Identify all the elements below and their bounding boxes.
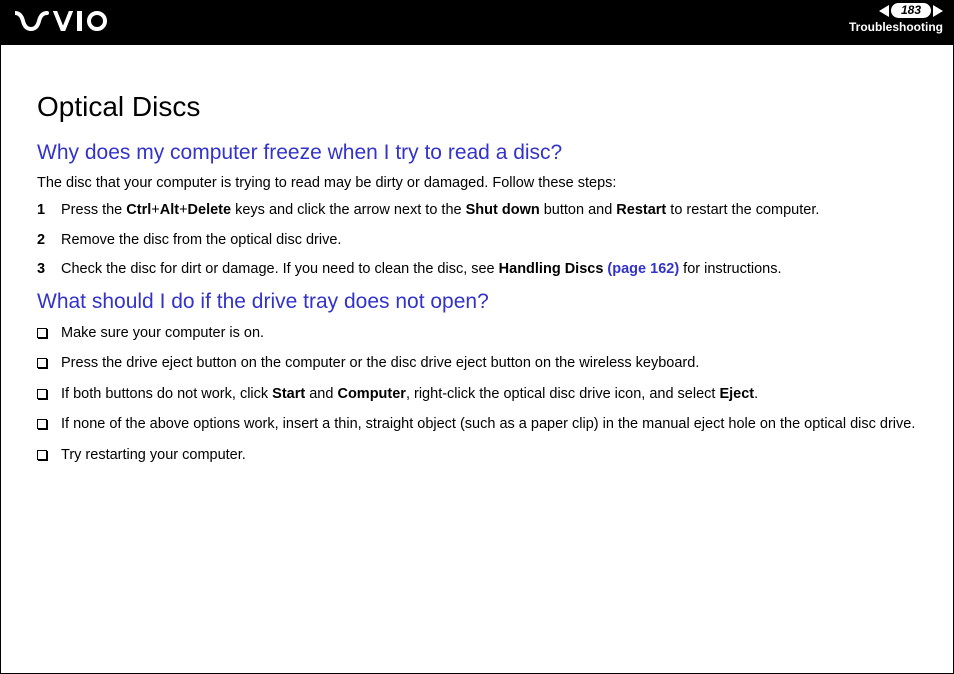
list-item: Try restarting your computer. <box>37 446 917 467</box>
header-right: 183 Troubleshooting <box>849 1 943 34</box>
item-text: If none of the above options work, inser… <box>61 415 917 435</box>
section-label: Troubleshooting <box>849 20 943 34</box>
step-text: Press the Ctrl+Alt+Delete keys and click… <box>61 201 917 221</box>
item-text: Try restarting your computer. <box>61 446 917 466</box>
bullet-list: Make sure your computer is on. Press the… <box>37 324 917 467</box>
step-number: 1 <box>37 201 61 221</box>
list-item: If both buttons do not work, click Start… <box>37 385 917 406</box>
item-text: If both buttons do not work, click Start… <box>61 385 917 405</box>
page-header: 183 Troubleshooting <box>1 1 953 45</box>
list-item: Make sure your computer is on. <box>37 324 917 345</box>
item-text: Press the drive eject button on the comp… <box>61 354 917 374</box>
list-item: If none of the above options work, inser… <box>37 415 917 436</box>
bullet-icon <box>37 446 61 467</box>
question-1-heading: Why does my computer freeze when I try t… <box>37 141 917 165</box>
step-text: Check the disc for dirt or damage. If yo… <box>61 260 917 280</box>
step-text: Remove the disc from the optical disc dr… <box>61 231 917 251</box>
question-2-heading: What should I do if the drive tray does … <box>37 290 917 314</box>
prev-page-arrow-icon[interactable] <box>879 5 889 17</box>
bullet-icon <box>37 415 61 436</box>
page-content: Optical Discs Why does my computer freez… <box>1 45 953 467</box>
step-row: 2 Remove the disc from the optical disc … <box>37 231 917 251</box>
bullet-icon <box>37 385 61 406</box>
page-nav: 183 <box>849 3 943 18</box>
page-number: 183 <box>891 3 931 18</box>
step-number: 2 <box>37 231 61 251</box>
bullet-icon <box>37 324 61 345</box>
page-title: Optical Discs <box>37 91 917 123</box>
numbered-steps: 1 Press the Ctrl+Alt+Delete keys and cli… <box>37 201 917 280</box>
next-page-arrow-icon[interactable] <box>933 5 943 17</box>
list-item: Press the drive eject button on the comp… <box>37 354 917 375</box>
step-row: 3 Check the disc for dirt or damage. If … <box>37 260 917 280</box>
step-row: 1 Press the Ctrl+Alt+Delete keys and cli… <box>37 201 917 221</box>
vaio-logo <box>15 11 107 31</box>
page-link[interactable]: (page 162) <box>603 261 679 277</box>
step-number: 3 <box>37 260 61 280</box>
bullet-icon <box>37 354 61 375</box>
question-1-intro: The disc that your computer is trying to… <box>37 175 917 191</box>
item-text: Make sure your computer is on. <box>61 324 917 344</box>
